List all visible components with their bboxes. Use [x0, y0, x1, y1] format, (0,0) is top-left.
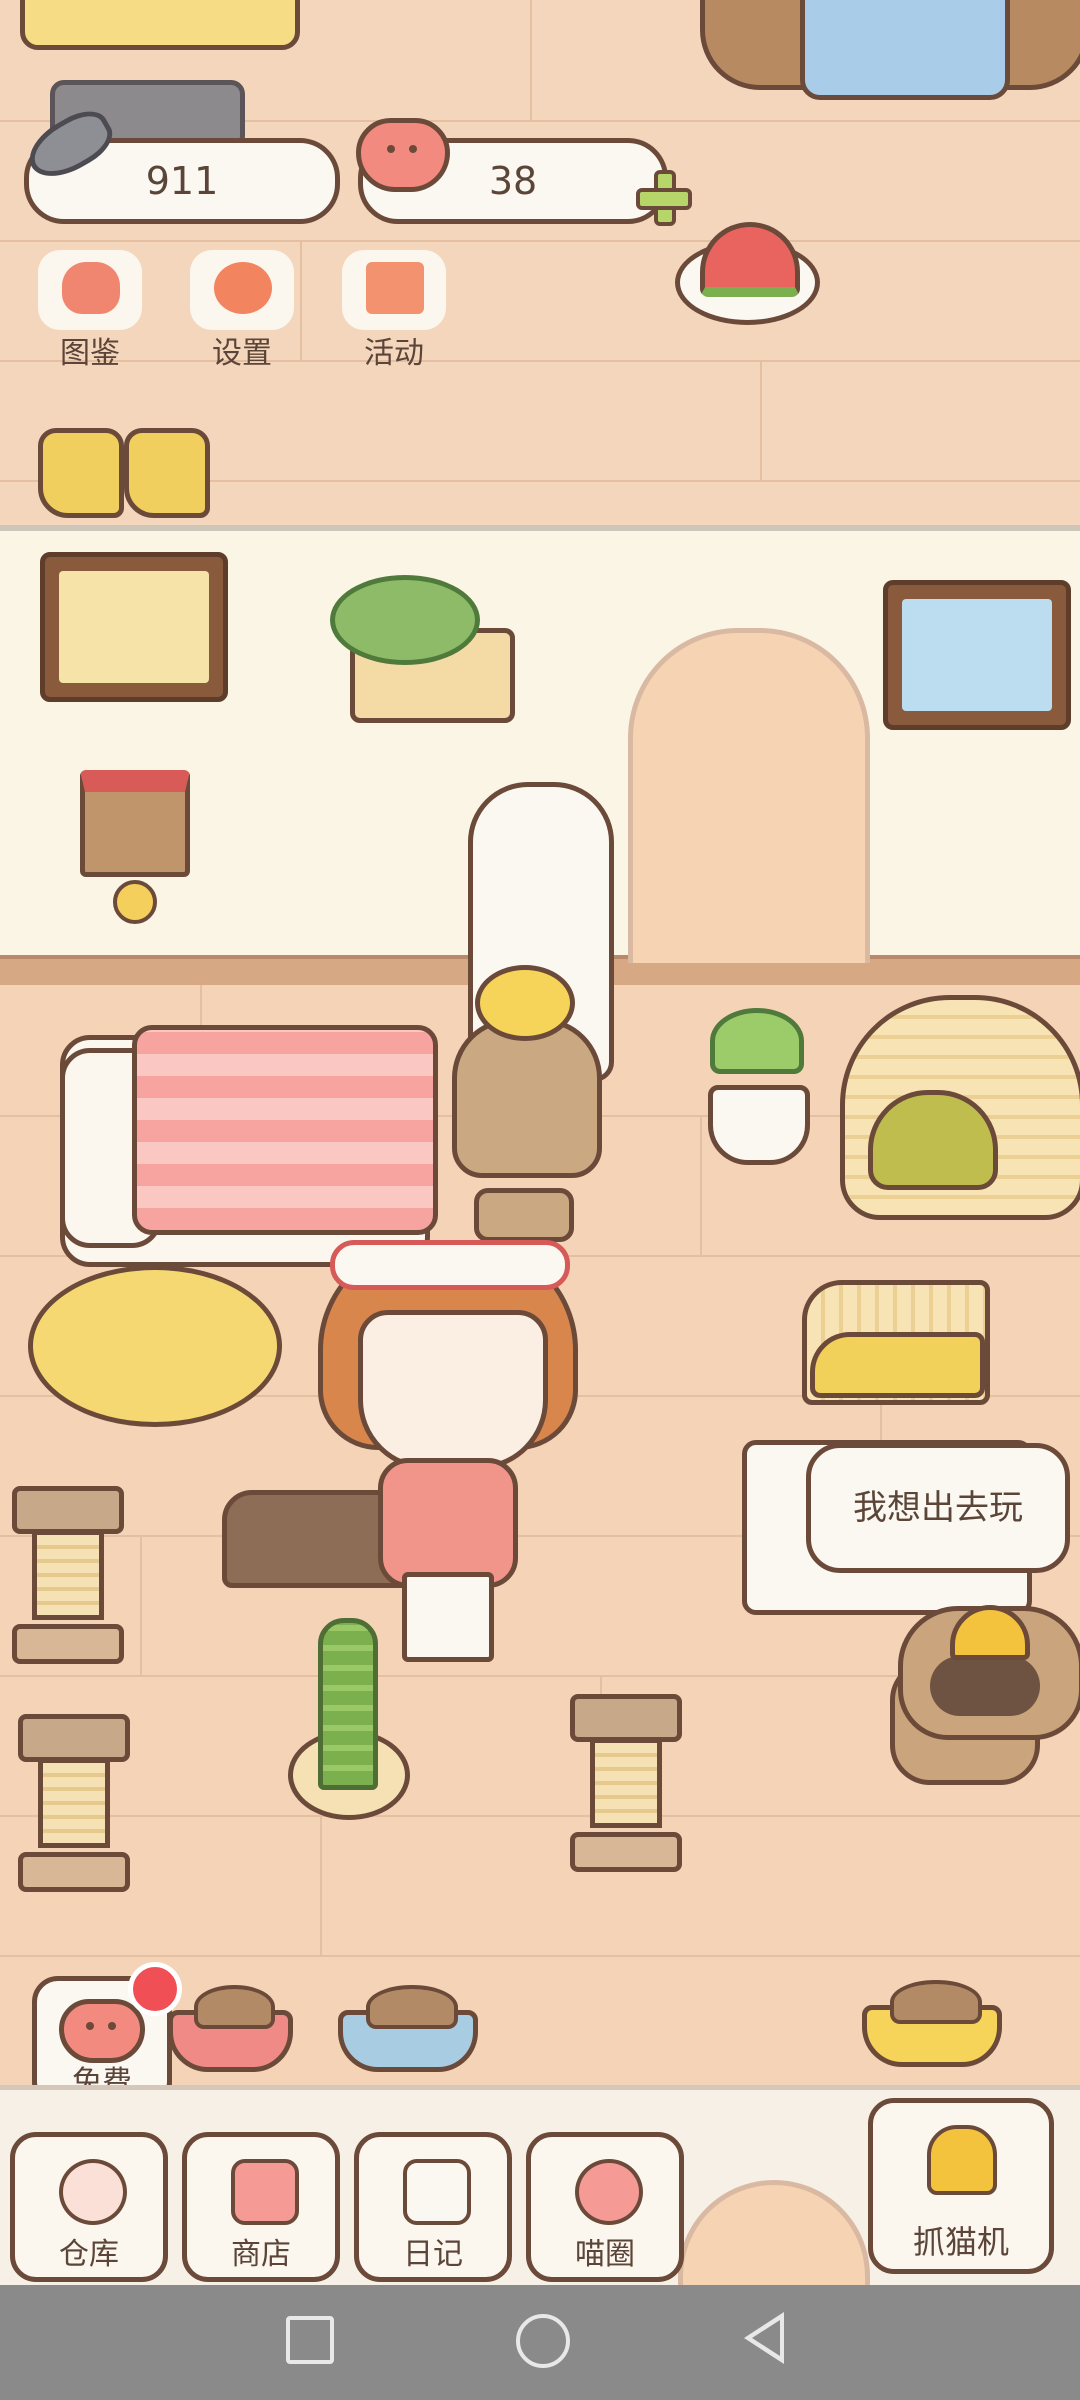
- blue-food-bowl: [338, 1985, 478, 2072]
- yellow-boots-right: [124, 428, 210, 518]
- gear-icon: [214, 262, 272, 314]
- cat-tower-base: [474, 1188, 574, 1242]
- cactus-scratcher: [318, 1618, 378, 1790]
- cat-hut-entrance: [868, 1090, 998, 1190]
- back-icon-inner: [752, 2320, 780, 2356]
- scratching-post-left-upper: [12, 1486, 124, 1664]
- storage-button[interactable]: 仓库: [10, 2132, 168, 2282]
- storage-label: 仓库: [59, 2237, 119, 2272]
- tablecloth-fragment: [800, 0, 1010, 100]
- doorway-arch: [628, 628, 870, 963]
- cat-planet-icon: [575, 2159, 643, 2225]
- claw-machine-button[interactable]: 抓猫机: [868, 2098, 1054, 2274]
- yellow-boots: [38, 428, 124, 518]
- storage-box-icon: [59, 2159, 127, 2225]
- cat-bed-blanket: [132, 1025, 438, 1235]
- gift-icon: [366, 262, 424, 314]
- birdhouse: [80, 770, 190, 877]
- scratching-post-center: [570, 1694, 682, 1872]
- home-icon[interactable]: [516, 2314, 570, 2368]
- settings-label: 设置: [212, 336, 272, 371]
- yellow-bird: [475, 965, 575, 1041]
- claw-machine-label: 抓猫机: [912, 2223, 1009, 2261]
- collection-label: 图鉴: [60, 336, 120, 371]
- recent-apps-icon[interactable]: [286, 2316, 334, 2364]
- heart-icon: [59, 1999, 145, 2063]
- girl-character-body: [378, 1458, 518, 1588]
- notification-badge: [128, 1962, 182, 2016]
- anteater-toy: [810, 1332, 985, 1398]
- cat-speech-text: 我想出去玩: [853, 1488, 1023, 1528]
- flowers: [330, 575, 480, 665]
- yellow-food-bowl: [862, 1980, 1002, 2067]
- claw-icon: [927, 2125, 997, 2195]
- cat-head-icon: [62, 262, 120, 314]
- red-food-bowl: [168, 1985, 293, 2072]
- add-hearts-button[interactable]: [636, 170, 692, 226]
- diary-icon: [403, 2159, 471, 2225]
- fish-portrait-frame: [883, 580, 1071, 730]
- cat-speech-bubble: 我想出去玩: [806, 1443, 1070, 1573]
- diary-label: 日记: [403, 2237, 463, 2272]
- birdhouse-pendulum: [113, 880, 157, 924]
- sprout-leaves: [710, 1008, 804, 1074]
- events-label: 活动: [364, 336, 424, 371]
- settings-button[interactable]: 设置: [184, 250, 300, 371]
- sprout-pot: [708, 1085, 810, 1165]
- cat-face-mask: [930, 1656, 1040, 1716]
- collection-button[interactable]: 图鉴: [32, 250, 148, 371]
- yellow-bean-bag: [28, 1265, 282, 1427]
- diary-button[interactable]: 日记: [354, 2132, 512, 2282]
- girl-character-face: [358, 1310, 548, 1470]
- fish-count: 911: [145, 159, 219, 203]
- heart-icon: [356, 118, 450, 192]
- cat-circle-label: 喵圈: [575, 2237, 635, 2272]
- bear-portrait-frame: [40, 552, 228, 702]
- girl-character-legs: [402, 1572, 494, 1662]
- heart-count: 38: [488, 159, 538, 203]
- yellow-rug-fragment: [20, 0, 300, 50]
- girl-character-headband: [330, 1240, 570, 1290]
- events-button[interactable]: 活动: [336, 250, 452, 371]
- shop-icon: [231, 2159, 299, 2225]
- shop-label: 商店: [231, 2237, 291, 2272]
- scratching-post-left-lower: [18, 1714, 130, 1892]
- cat-circle-button[interactable]: 喵圈: [526, 2132, 684, 2282]
- shop-button[interactable]: 商店: [182, 2132, 340, 2282]
- cat-tower-stand: [452, 1018, 602, 1178]
